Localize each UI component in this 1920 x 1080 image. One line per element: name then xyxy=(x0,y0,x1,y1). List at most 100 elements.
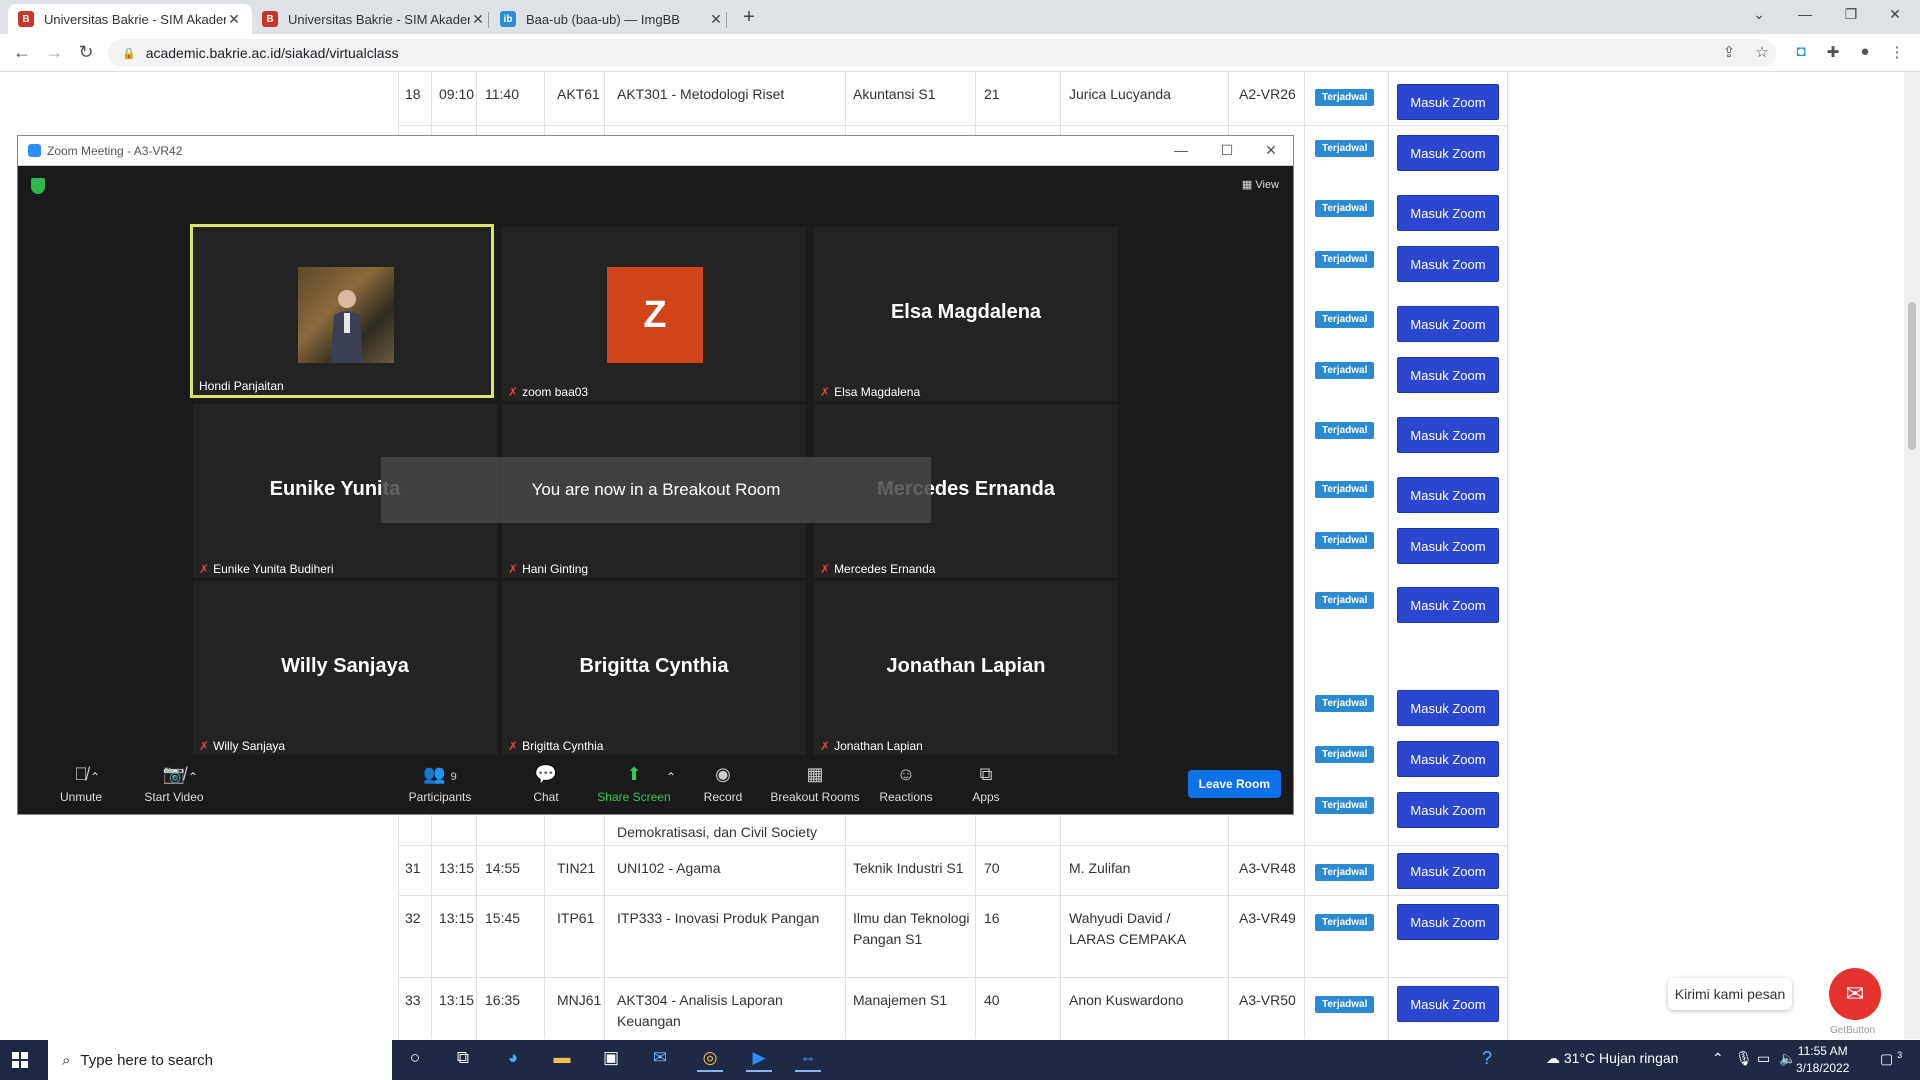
close-tab-icon[interactable]: ✕ xyxy=(470,11,486,28)
participant-tile[interactable]: Brigitta Cynthia ✗ Brigitta Cynthia xyxy=(502,581,806,755)
scroll-thumb[interactable] xyxy=(1908,302,1916,450)
masuk-zoom-button[interactable]: Masuk Zoom xyxy=(1397,135,1499,171)
teamviewer-icon[interactable]: ⇔ xyxy=(795,1048,821,1072)
reload-icon[interactable]: ↻ xyxy=(74,42,98,63)
zoom-maximize-icon[interactable]: ☐ xyxy=(1213,142,1241,159)
cell-end: 11:40 xyxy=(485,86,519,102)
status-badge: Terjadwal xyxy=(1315,746,1375,763)
masuk-zoom-button[interactable]: Masuk Zoom xyxy=(1397,477,1499,513)
status-badge: Terjadwal xyxy=(1315,532,1375,549)
cell-program: Manajemen S1 xyxy=(853,992,948,1008)
cell-course: AKT301 - Metodologi Riset xyxy=(617,86,785,102)
volume-icon[interactable]: 🔈 xyxy=(1779,1050,1796,1067)
masuk-zoom-button[interactable]: Masuk Zoom xyxy=(1397,587,1499,623)
extensions-puzzle-icon[interactable]: ✚ xyxy=(1822,43,1844,63)
participant-tile[interactable]: Hondi Panjaitan xyxy=(190,224,494,398)
extension-icon[interactable]: ◘ xyxy=(1790,43,1812,63)
tab-search-icon[interactable]: ⌄ xyxy=(1744,6,1774,23)
masuk-zoom-button[interactable]: Masuk Zoom xyxy=(1397,528,1499,564)
help-icon[interactable]: ? xyxy=(1482,1048,1492,1069)
file-explorer-icon[interactable]: ▬ xyxy=(549,1048,575,1072)
masuk-zoom-button[interactable]: Masuk Zoom xyxy=(1397,690,1499,726)
close-tab-icon[interactable]: ✕ xyxy=(226,11,242,28)
masuk-zoom-button[interactable]: Masuk Zoom xyxy=(1397,986,1499,1022)
notification-center[interactable]: ▢ 3 xyxy=(1880,1050,1902,1068)
tray-chevron-icon[interactable]: ⌃ xyxy=(1712,1050,1724,1067)
weather-widget[interactable]: ☁ 31°C Hujan ringan xyxy=(1546,1050,1678,1067)
windows-start-icon[interactable] xyxy=(12,1052,28,1068)
edge-icon[interactable]: ◕ xyxy=(500,1048,526,1072)
tab-imgbb[interactable]: ib Baa-ub (baa-ub) — ImgBB ✕ xyxy=(490,4,734,34)
store-icon[interactable]: ▣ xyxy=(598,1048,624,1072)
apps-icon: ⧉ xyxy=(979,764,993,784)
menu-dots-icon[interactable]: ⋮ xyxy=(1886,43,1908,63)
audio-options-caret[interactable]: ⌃ xyxy=(80,770,110,784)
mail-icon[interactable]: ✉ xyxy=(647,1048,673,1072)
masuk-zoom-button[interactable]: Masuk Zoom xyxy=(1397,417,1499,453)
security-shield-icon[interactable] xyxy=(31,178,45,194)
minimize-icon[interactable]: — xyxy=(1790,6,1820,22)
apps-button[interactable]: ⧉ Apps xyxy=(941,764,1031,804)
breakout-rooms-button[interactable]: ▦ Breakout Rooms xyxy=(760,764,870,804)
network-icon[interactable]: ▭ xyxy=(1757,1050,1770,1067)
chat-widget-label[interactable]: Kirimi kami pesan xyxy=(1668,978,1792,1010)
mic-muted-icon: ✗ xyxy=(199,739,210,753)
restore-icon[interactable]: ❐ xyxy=(1836,6,1866,23)
bookmark-star-icon[interactable]: ☆ xyxy=(1751,43,1773,63)
participant-tile[interactable]: Z ✗ zoom baa03 xyxy=(502,227,806,401)
participant-tile[interactable]: Elsa Magdalena ✗ Elsa Magdalena xyxy=(814,227,1118,401)
close-window-icon[interactable]: ✕ xyxy=(1880,6,1910,23)
lock-icon: 🔒 xyxy=(122,47,136,60)
table-row: 32 13:15 15:45 ITP61 ITP333 - Inovasi Pr… xyxy=(398,896,1508,978)
system-clock[interactable]: 11:55 AM 3/18/2022 xyxy=(1796,1043,1849,1077)
forward-icon[interactable]: → xyxy=(42,42,66,63)
masuk-zoom-button[interactable]: Masuk Zoom xyxy=(1397,195,1499,231)
participant-tile[interactable]: Willy Sanjaya ✗ Willy Sanjaya xyxy=(193,581,497,755)
chat-bubble-icon[interactable]: ✉ xyxy=(1829,968,1881,1020)
status-badge: Terjadwal xyxy=(1315,914,1375,931)
task-view-icon[interactable]: ⧉ xyxy=(450,1048,476,1072)
leave-room-button[interactable]: Leave Room xyxy=(1187,770,1281,798)
close-tab-icon[interactable]: ✕ xyxy=(708,11,724,28)
search-placeholder: Type here to search xyxy=(80,1051,213,1069)
participants-button[interactable]: 👥 9 Participants xyxy=(395,764,485,804)
cloud-icon: ☁ xyxy=(1546,1050,1560,1066)
breakout-rooms-icon: ▦ xyxy=(806,764,824,784)
view-button[interactable]: ▦ View xyxy=(1242,178,1279,191)
zoom-app-icon[interactable]: ▶ xyxy=(746,1048,772,1072)
video-options-caret[interactable]: ⌃ xyxy=(178,770,208,784)
cortana-icon[interactable]: ○ xyxy=(402,1048,428,1072)
tab-label: Universitas Bakrie - SIM Akadem xyxy=(44,11,226,27)
taskbar-search[interactable]: ⌕ Type here to search xyxy=(48,1040,392,1080)
tab-sim-akademik-2[interactable]: B Universitas Bakrie - SIM Akadem ✕ xyxy=(252,4,496,34)
share-icon[interactable]: ⇪ xyxy=(1718,43,1740,63)
chat-icon: 💬 xyxy=(534,764,558,784)
record-button[interactable]: ◉ Record xyxy=(678,764,768,804)
imgbb-favicon-icon: ib xyxy=(500,11,516,27)
masuk-zoom-button[interactable]: Masuk Zoom xyxy=(1397,904,1499,940)
masuk-zoom-button[interactable]: Masuk Zoom xyxy=(1397,84,1499,120)
zoom-minimize-icon[interactable]: — xyxy=(1167,142,1195,158)
participant-tile[interactable]: Jonathan Lapian ✗ Jonathan Lapian xyxy=(814,581,1118,755)
masuk-zoom-button[interactable]: Masuk Zoom xyxy=(1397,741,1499,777)
mic-muted-icon: ✗ xyxy=(508,562,519,576)
masuk-zoom-button[interactable]: Masuk Zoom xyxy=(1397,357,1499,393)
tab-sim-akademik-1[interactable]: B Universitas Bakrie - SIM Akadem ✕ xyxy=(8,4,252,34)
reactions-button[interactable]: ☺ Reactions xyxy=(861,764,951,804)
zoom-close-icon[interactable]: ✕ xyxy=(1257,142,1285,159)
zoom-meeting-window: Zoom Meeting - A3-VR42 — ☐ ✕ ▦ View Hond… xyxy=(17,135,1294,815)
masuk-zoom-button[interactable]: Masuk Zoom xyxy=(1397,853,1499,889)
chat-button[interactable]: 💬 Chat xyxy=(501,764,591,804)
url-bar[interactable]: 🔒 academic.bakrie.ac.id/siakad/virtualcl… xyxy=(108,39,1776,67)
cell-class: MNJ61 xyxy=(557,992,602,1008)
page-scrollbar[interactable] xyxy=(1904,72,1920,1039)
microphone-icon[interactable]: 🎙 xyxy=(1735,1050,1753,1067)
chrome-icon[interactable]: ◎ xyxy=(697,1048,723,1072)
masuk-zoom-button[interactable]: Masuk Zoom xyxy=(1397,306,1499,342)
new-tab-button[interactable]: + xyxy=(737,6,761,29)
tab-label: Baa-ub (baa-ub) — ImgBB xyxy=(526,11,680,27)
masuk-zoom-button[interactable]: Masuk Zoom xyxy=(1397,246,1499,282)
reactions-icon: ☺ xyxy=(896,764,916,784)
back-icon[interactable]: ← xyxy=(10,42,34,63)
profile-icon[interactable]: ● xyxy=(1854,43,1876,63)
